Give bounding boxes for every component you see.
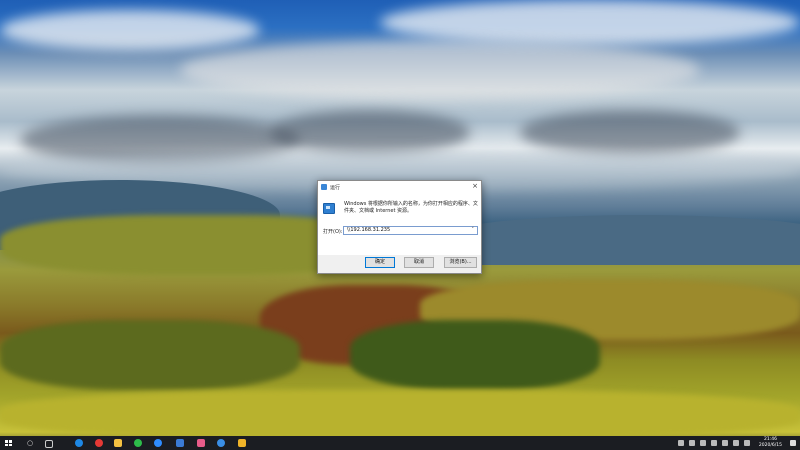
wallpaper-cloud — [380, 0, 800, 45]
wallpaper-cloud — [270, 110, 470, 155]
notification-icon[interactable] — [790, 440, 796, 446]
files-icon[interactable] — [114, 439, 122, 447]
browse-button[interactable]: 浏览(B)... — [444, 257, 477, 268]
paint-icon[interactable] — [197, 439, 205, 447]
wallpaper-field — [0, 320, 300, 390]
run-dialog: 运行 × Windows 将根据你所输入的名称，为你打开相应的程序、文件夹、文档… — [317, 180, 482, 274]
tray-app-icon[interactable] — [711, 440, 717, 446]
open-input-value: \\192.168.31.235 — [347, 227, 391, 233]
app-icon[interactable] — [176, 439, 184, 447]
qq-icon[interactable] — [154, 439, 162, 447]
wallpaper-mountain — [430, 215, 800, 265]
cancel-button[interactable]: 取消 — [404, 257, 434, 268]
task-view-icon[interactable] — [45, 440, 53, 448]
wallpaper-cloud — [180, 40, 700, 100]
wallpaper-cloud — [0, 10, 260, 50]
tray-app-icon[interactable] — [700, 440, 706, 446]
wallpaper-cloud — [520, 110, 740, 155]
open-input[interactable]: \\192.168.31.235 ˅ — [343, 226, 478, 235]
edge-icon[interactable] — [75, 439, 83, 447]
close-button[interactable]: × — [472, 183, 478, 190]
folder-icon[interactable] — [238, 439, 246, 447]
chrome-icon[interactable] — [95, 439, 103, 447]
input-method-icon[interactable] — [744, 440, 750, 446]
chevron-down-icon[interactable]: ˅ — [472, 227, 475, 234]
dialog-body: Windows 将根据你所输入的名称，为你打开相应的程序、文件夹、文档或 Int… — [318, 193, 481, 255]
start-icon[interactable] — [5, 440, 12, 446]
browser-icon[interactable] — [217, 439, 225, 447]
tray-app-icon[interactable] — [678, 440, 684, 446]
network-icon[interactable] — [722, 440, 728, 446]
clock-date: 2020/6/15 — [758, 443, 782, 448]
wallpaper-field — [350, 320, 600, 390]
tray-app-icon[interactable] — [689, 440, 695, 446]
system-tray — [678, 436, 750, 450]
search-icon[interactable]: ○ — [26, 439, 34, 447]
dialog-titlebar[interactable]: 运行 × — [318, 181, 481, 193]
clock[interactable]: 21:46 2020/6/15 — [759, 437, 782, 449]
ok-button[interactable]: 确定 — [365, 257, 395, 268]
wechat-icon[interactable] — [134, 439, 142, 447]
wallpaper-field — [0, 390, 800, 440]
dialog-title: 运行 — [330, 184, 341, 191]
run-title-icon — [321, 184, 327, 190]
volume-icon[interactable] — [733, 440, 739, 446]
run-icon — [323, 203, 335, 214]
taskbar: ○ 21:46 2020/6/15 — [0, 436, 800, 450]
dialog-description: Windows 将根据你所输入的名称，为你打开相应的程序、文件夹、文档或 Int… — [344, 201, 478, 214]
desktop: 运行 × Windows 将根据你所输入的名称，为你打开相应的程序、文件夹、文档… — [0, 0, 800, 450]
open-label: 打开(O): — [323, 229, 343, 235]
